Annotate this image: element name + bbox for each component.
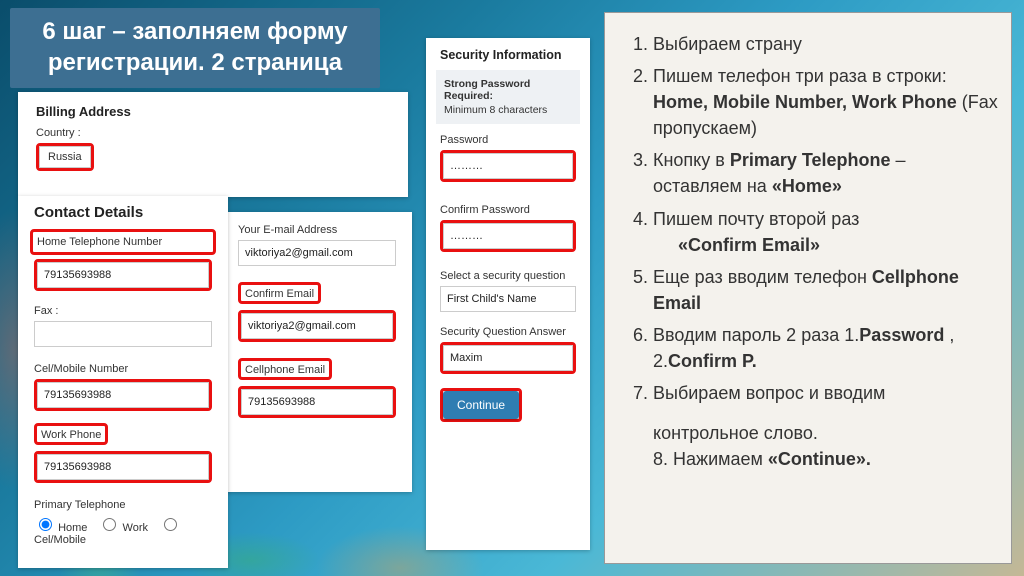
primary-phone-label: Primary Telephone bbox=[34, 499, 212, 511]
step-8: 8. Нажимаем «Continue». bbox=[653, 446, 999, 472]
mobile-label: Cel/Mobile Number bbox=[34, 363, 212, 375]
primary-phone-radio-group: Home Work Cel/Mobile bbox=[34, 515, 212, 546]
work-phone-input[interactable] bbox=[37, 454, 209, 480]
country-value[interactable]: Russia bbox=[39, 146, 91, 168]
step-3: Кнопку в Primary Telephone – оставляем н… bbox=[653, 147, 999, 199]
slide-title: 6 шаг – заполняем форму регистрации. 2 с… bbox=[10, 8, 380, 88]
confirm-email-input[interactable] bbox=[241, 313, 393, 339]
email-input[interactable] bbox=[238, 240, 396, 266]
confirm-email-label: Confirm Email bbox=[245, 288, 314, 300]
security-question-select[interactable] bbox=[440, 286, 576, 312]
contact-header: Contact Details bbox=[34, 204, 212, 221]
step-1: Выбираем страну bbox=[653, 31, 999, 57]
cellphone-email-label: Cellphone Email bbox=[245, 364, 325, 376]
password-hint-box: Strong Password Required: Minimum 8 char… bbox=[436, 70, 580, 124]
password-hint-body: Minimum 8 characters bbox=[444, 104, 547, 116]
step-7-extra: контрольное слово. bbox=[653, 420, 999, 446]
country-highlight: Russia bbox=[36, 143, 94, 171]
step-6: Вводим пароль 2 раза 1.Password , 2.Conf… bbox=[653, 322, 999, 374]
work-phone-label: Work Phone bbox=[41, 429, 101, 441]
confirm-password-label: Confirm Password bbox=[440, 204, 576, 216]
fax-label: Fax : bbox=[34, 305, 212, 317]
fax-input[interactable] bbox=[34, 321, 212, 347]
contact-panel-left: Contact Details Home Telephone Number Fa… bbox=[18, 196, 228, 568]
step-2: Пишем телефон три раза в строки: Home, M… bbox=[653, 63, 999, 141]
password-label: Password bbox=[440, 134, 576, 146]
step-7: Выбираем вопрос и вводим bbox=[653, 380, 999, 406]
home-phone-input[interactable] bbox=[37, 262, 209, 288]
continue-button[interactable]: Continue bbox=[443, 391, 519, 419]
country-label: Country : bbox=[36, 127, 390, 139]
mobile-input[interactable] bbox=[37, 382, 209, 408]
radio-home[interactable]: Home bbox=[34, 522, 87, 534]
security-header: Security Information bbox=[440, 48, 576, 62]
security-answer-label: Security Question Answer bbox=[440, 326, 576, 338]
security-answer-input[interactable] bbox=[443, 345, 573, 371]
home-phone-label: Home Telephone Number bbox=[37, 236, 209, 248]
security-question-label: Select a security question bbox=[440, 270, 576, 282]
security-panel: Security Information Strong Password Req… bbox=[426, 38, 590, 550]
contact-panel-right: Your E-mail Address Confirm Email Cellph… bbox=[222, 212, 412, 492]
instructions-box: Выбираем страну Пишем телефон три раза в… bbox=[604, 12, 1012, 564]
billing-header: Billing Address bbox=[36, 104, 390, 119]
instruction-list: Выбираем страну Пишем телефон три раза в… bbox=[631, 31, 999, 406]
step-5: Еще раз вводим телефон Cellphone Email bbox=[653, 264, 999, 316]
email-label: Your E-mail Address bbox=[238, 224, 396, 236]
confirm-password-input[interactable] bbox=[443, 223, 573, 249]
cellphone-email-input[interactable] bbox=[241, 389, 393, 415]
step-4: Пишем почту второй раз «Confirm Email» bbox=[653, 206, 999, 258]
password-hint-title: Strong Password Required: bbox=[444, 78, 572, 102]
billing-panel: Billing Address Country : Russia bbox=[18, 92, 408, 197]
radio-work[interactable]: Work bbox=[98, 522, 148, 534]
password-input[interactable] bbox=[443, 153, 573, 179]
